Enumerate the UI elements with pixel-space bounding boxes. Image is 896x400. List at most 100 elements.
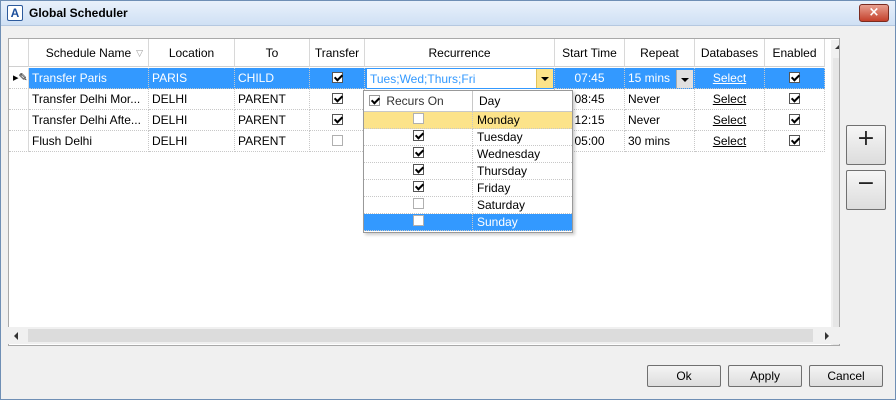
cell-location[interactable]: DELHI [149, 89, 235, 110]
day-checkbox[interactable] [412, 113, 424, 125]
day-label[interactable]: Thursday [473, 163, 572, 180]
day-label[interactable]: Friday [473, 180, 572, 197]
day-label[interactable]: Wednesday [473, 146, 572, 163]
day-check-cell[interactable] [364, 197, 473, 214]
cell-transfer[interactable] [310, 110, 365, 131]
transfer-checkbox[interactable] [331, 114, 343, 126]
day-checkbox[interactable] [412, 181, 424, 193]
cell-to[interactable]: PARENT [235, 89, 310, 110]
day-row-tuesday[interactable]: Tuesday [364, 129, 572, 146]
column-header-enabled[interactable]: Enabled [765, 39, 825, 67]
scroll-right-icon[interactable] [825, 332, 829, 340]
day-check-cell[interactable] [364, 129, 473, 146]
day-row-sunday[interactable]: Sunday [364, 214, 572, 231]
cell-to[interactable]: PARENT [235, 110, 310, 131]
add-schedule-button[interactable]: + [846, 125, 886, 165]
cell-transfer[interactable] [310, 89, 365, 110]
horizontal-scrollbar[interactable] [8, 327, 840, 344]
column-header-schedule-name[interactable]: Schedule Name ▽ [29, 39, 149, 67]
scroll-up-icon[interactable] [835, 45, 839, 49]
day-checkbox[interactable] [412, 215, 424, 227]
close-button[interactable]: × [859, 4, 889, 22]
day-label[interactable]: Tuesday [473, 129, 572, 146]
column-header-databases[interactable]: Databases [695, 39, 765, 67]
cell-location[interactable]: DELHI [149, 110, 235, 131]
day-row-thursday[interactable]: Thursday [364, 163, 572, 180]
cell-location[interactable]: DELHI [149, 131, 235, 152]
horizontal-scrollbar-thumb[interactable] [28, 329, 813, 342]
day-checkbox[interactable] [412, 130, 424, 142]
apply-button[interactable]: Apply [728, 365, 802, 387]
select-databases-link[interactable]: Select [713, 71, 746, 85]
cell-enabled[interactable] [765, 89, 825, 110]
day-row-monday[interactable]: Monday [364, 112, 572, 129]
vertical-scrollbar-thumb[interactable] [833, 58, 839, 345]
ok-button[interactable]: Ok [647, 365, 721, 387]
enabled-checkbox[interactable] [789, 93, 800, 105]
select-databases-link[interactable]: Select [713, 134, 746, 148]
select-databases-link[interactable]: Select [713, 113, 746, 127]
day-check-cell[interactable] [364, 180, 473, 197]
cell-enabled[interactable] [765, 131, 825, 152]
remove-schedule-button[interactable]: − [846, 170, 886, 210]
day-label[interactable]: Saturday [473, 197, 572, 214]
cell-transfer[interactable] [310, 131, 365, 152]
recurrence-dropdown-button[interactable] [536, 69, 553, 88]
column-header-label: Schedule Name [45, 46, 132, 60]
column-header-transfer[interactable]: Transfer [310, 39, 365, 67]
transfer-checkbox[interactable] [331, 72, 343, 84]
enabled-checkbox[interactable] [789, 135, 800, 147]
column-header-start-time[interactable]: Start Time [555, 39, 625, 67]
cancel-button[interactable]: Cancel [809, 365, 883, 387]
cell-enabled[interactable] [765, 110, 825, 131]
enabled-checkbox[interactable] [789, 72, 800, 84]
scroll-left-icon[interactable] [14, 332, 18, 340]
edit-pencil-icon: ▸✎ [13, 72, 28, 84]
day-checkbox[interactable] [412, 198, 424, 210]
column-header-location[interactable]: Location [149, 39, 235, 67]
cell-repeat[interactable]: Never [625, 89, 695, 110]
transfer-checkbox[interactable] [331, 93, 343, 105]
day-check-cell[interactable] [364, 214, 473, 231]
day-label[interactable]: Monday [473, 112, 572, 129]
recurs-on-header-checkbox[interactable] [369, 95, 380, 107]
cell-to[interactable]: PARENT [235, 131, 310, 152]
transfer-checkbox[interactable] [331, 135, 343, 147]
day-row-friday[interactable]: Friday [364, 180, 572, 197]
recurrence-editor[interactable]: Tues;Wed;Thurs;Fri [366, 68, 554, 89]
vertical-scrollbar[interactable] [831, 40, 839, 345]
cell-schedule-name[interactable]: Transfer Paris [29, 68, 149, 89]
day-checkbox[interactable] [412, 164, 424, 176]
cell-databases[interactable]: Select [695, 131, 765, 152]
day-label[interactable]: Sunday [473, 214, 572, 231]
day-header[interactable]: Day [473, 91, 572, 112]
select-databases-link[interactable]: Select [713, 92, 746, 106]
cell-repeat[interactable]: 30 mins [625, 131, 695, 152]
cell-databases[interactable]: Select [695, 110, 765, 131]
enabled-checkbox[interactable] [789, 114, 800, 126]
cell-transfer[interactable] [310, 68, 365, 89]
column-header-to[interactable]: To [235, 39, 310, 67]
day-check-cell[interactable] [364, 112, 473, 129]
cell-databases[interactable]: Select [695, 89, 765, 110]
cell-location[interactable]: PARIS [149, 68, 235, 89]
column-header-repeat[interactable]: Repeat [625, 39, 695, 67]
cell-databases[interactable]: Select [695, 68, 765, 89]
cell-schedule-name[interactable]: Flush Delhi [29, 131, 149, 152]
day-row-saturday[interactable]: Saturday [364, 197, 572, 214]
recurrence-editor-text[interactable]: Tues;Wed;Thurs;Fri [370, 72, 475, 86]
cell-to[interactable]: CHILD [235, 68, 310, 89]
cell-enabled[interactable] [765, 68, 825, 89]
cell-repeat[interactable]: Never [625, 110, 695, 131]
day-row-wednesday[interactable]: Wednesday [364, 146, 572, 163]
repeat-dropdown-button[interactable] [676, 70, 693, 88]
day-checkbox[interactable] [412, 147, 424, 159]
recurs-on-header[interactable]: Recurs On [364, 91, 473, 112]
cell-start-time[interactable]: 07:45 [555, 68, 625, 89]
cell-schedule-name[interactable]: Transfer Delhi Mor... [29, 89, 149, 110]
cell-schedule-name[interactable]: Transfer Delhi Afte... [29, 110, 149, 131]
day-check-cell[interactable] [364, 146, 473, 163]
row-indicator [9, 89, 29, 110]
column-header-recurrence[interactable]: Recurrence [365, 39, 555, 67]
day-check-cell[interactable] [364, 163, 473, 180]
